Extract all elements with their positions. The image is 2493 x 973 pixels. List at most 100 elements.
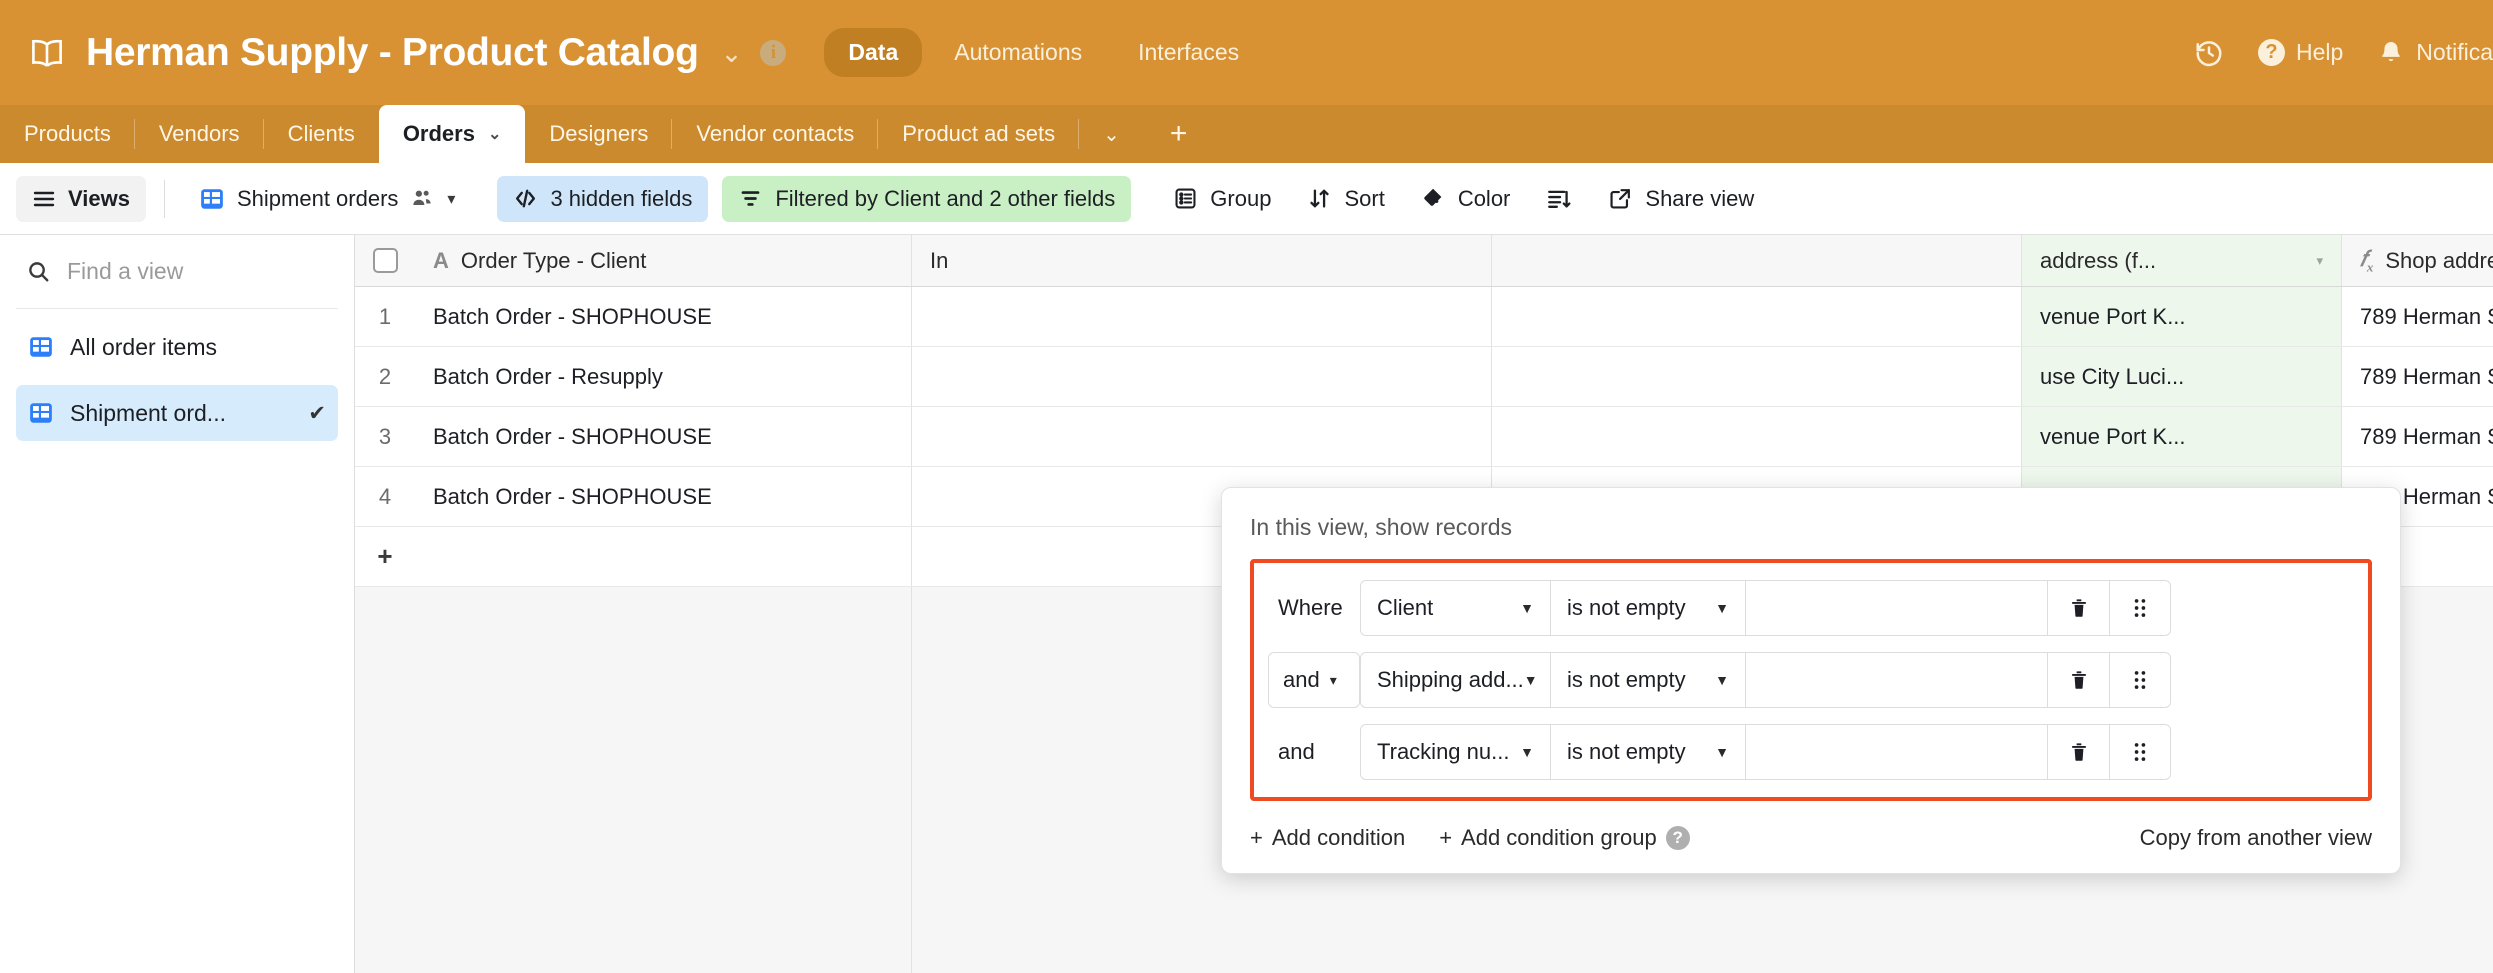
add-condition-group-button[interactable]: + Add condition group ?	[1439, 825, 1690, 851]
condition-operator-select[interactable]: is not empty ▼	[1550, 724, 1745, 780]
sidebar-item-all-order-items[interactable]: All order items	[16, 319, 338, 375]
tab-products[interactable]: Products	[0, 105, 135, 163]
tab-designers[interactable]: Designers	[525, 105, 672, 163]
tab-vendors[interactable]: Vendors	[135, 105, 264, 163]
sort-icon	[1307, 186, 1332, 211]
history-icon[interactable]	[2194, 38, 2224, 68]
chevron-down-icon[interactable]: ⌄	[721, 40, 743, 66]
nav-item-automations[interactable]: Automations	[930, 28, 1106, 77]
chevron-down-icon: ▼	[1520, 600, 1534, 616]
column-header-blank[interactable]	[1492, 235, 2022, 286]
tabs-overflow-chevron-down-icon[interactable]: ⌄	[1079, 105, 1144, 163]
table-row[interactable]: 2 Batch Order - Resupply use City Luci..…	[355, 347, 2493, 407]
cell-shipping-address[interactable]: venue Port K...	[2022, 407, 2342, 466]
help-icon[interactable]: ?	[1666, 826, 1690, 850]
cell-shipping-address[interactable]: venue Port K...	[2022, 287, 2342, 346]
cell-col3[interactable]	[1492, 407, 2022, 466]
view-toolbar: Views Shipment orders ▾	[0, 163, 2493, 235]
chevron-down-icon[interactable]: ▾	[2316, 253, 2323, 269]
cell-shop-address[interactable]: 789 Herman St. So	[2342, 407, 2493, 466]
notifications-label: Notifica	[2416, 39, 2493, 66]
row-height-button[interactable]	[1530, 176, 1588, 222]
chevron-down-icon[interactable]: ⌄	[488, 124, 501, 144]
select-all-checkbox[interactable]	[355, 235, 415, 286]
condition-drag-handle[interactable]	[2109, 724, 2171, 780]
condition-value-input[interactable]	[1745, 724, 2047, 780]
condition-field-select[interactable]: Client ▼	[1360, 580, 1550, 636]
trash-icon	[2068, 740, 2090, 764]
cell-col2[interactable]	[912, 287, 1492, 346]
color-button[interactable]: Color	[1405, 176, 1527, 222]
column-header-order-type-client[interactable]: A Order Type - Client	[415, 235, 912, 286]
condition-delete-button[interactable]	[2047, 724, 2109, 780]
copy-from-another-view-button[interactable]: Copy from another view	[2140, 825, 2372, 851]
tab-clients[interactable]: Clients	[264, 105, 379, 163]
column-header-shop-address[interactable]: 𝑓x Shop address	[2342, 235, 2493, 286]
tab-orders[interactable]: Orders ⌄	[379, 105, 526, 163]
grid-icon	[28, 334, 54, 360]
nav-item-interfaces[interactable]: Interfaces	[1114, 28, 1263, 77]
column-header-shipping-address[interactable]: address (f... ▾	[2022, 235, 2342, 286]
condition-delete-button[interactable]	[2047, 652, 2109, 708]
sidebar-item-shipment-orders[interactable]: Shipment ord... ✔	[16, 385, 338, 441]
condition-field-select[interactable]: Shipping add... ▼	[1360, 652, 1550, 708]
add-row-spacer-c1	[415, 527, 912, 586]
tab-product-ad-sets[interactable]: Product ad sets	[878, 105, 1079, 163]
sort-button[interactable]: Sort	[1291, 176, 1400, 222]
column-header-label: Shop address	[2385, 248, 2493, 274]
add-condition-button[interactable]: + Add condition	[1250, 825, 1405, 851]
cell-col2[interactable]	[912, 407, 1492, 466]
add-table-button[interactable]: +	[1144, 105, 1214, 163]
filter-button[interactable]: Filtered by Client and 2 other fields	[722, 176, 1131, 222]
view-name-button[interactable]: Shipment orders ▾	[183, 176, 471, 222]
add-record-button[interactable]: +	[355, 527, 415, 586]
chevron-down-icon[interactable]: ▾	[447, 189, 455, 209]
tab-vendor-contacts[interactable]: Vendor contacts	[672, 105, 878, 163]
views-button[interactable]: Views	[16, 176, 146, 222]
cell-col3[interactable]	[1492, 347, 2022, 406]
table-row[interactable]: 3 Batch Order - SHOPHOUSE venue Port K..…	[355, 407, 2493, 467]
condition-field-select[interactable]: Tracking nu... ▼	[1360, 724, 1550, 780]
filter-icon	[738, 186, 763, 211]
cell-shipping-address[interactable]: use City Luci...	[2022, 347, 2342, 406]
nav-item-data[interactable]: Data	[824, 28, 922, 77]
cell-col2[interactable]	[912, 347, 1492, 406]
condition-conjunction-select[interactable]: and ▾	[1268, 652, 1360, 708]
cell-order-type-client[interactable]: Batch Order - SHOPHOUSE	[415, 467, 912, 526]
cell-shop-address[interactable]: 789 Herman St. So	[2342, 347, 2493, 406]
hidden-fields-button[interactable]: 3 hidden fields	[497, 176, 708, 222]
condition-delete-button[interactable]	[2047, 580, 2109, 636]
condition-operator-label: is not empty	[1567, 667, 1686, 693]
cell-shop-address[interactable]: 789 Herman St. So	[2342, 287, 2493, 346]
condition-conjunction-and: and	[1268, 739, 1360, 765]
condition-value-input[interactable]	[1745, 580, 2047, 636]
plus-icon: +	[1250, 825, 1263, 851]
cell-order-type-client[interactable]: Batch Order - Resupply	[415, 347, 912, 406]
condition-operator-select[interactable]: is not empty ▼	[1550, 580, 1745, 636]
search-placeholder: Find a view	[67, 258, 183, 285]
cell-col3[interactable]	[1492, 287, 2022, 346]
share-view-button[interactable]: Share view	[1592, 176, 1770, 222]
column-header-partial-in[interactable]: In	[912, 235, 1492, 286]
notifications-button[interactable]: Notifica	[2377, 39, 2493, 67]
condition-drag-handle[interactable]	[2109, 652, 2171, 708]
conjunction-label: and	[1283, 667, 1320, 693]
condition-value-input[interactable]	[1745, 652, 2047, 708]
chevron-down-icon: ▼	[1715, 744, 1729, 760]
condition-drag-handle[interactable]	[2109, 580, 2171, 636]
views-sidebar: Find a view All order items	[0, 235, 355, 973]
filter-conditions-group: Where Client ▼ is not empty ▼	[1250, 559, 2372, 801]
info-icon[interactable]: i	[760, 40, 786, 66]
condition-operator-select[interactable]: is not empty ▼	[1550, 652, 1745, 708]
code-brackets-icon	[513, 186, 538, 211]
table-tabs: Products Vendors Clients Orders ⌄ Design…	[0, 105, 2493, 163]
trash-icon	[2068, 668, 2090, 692]
help-button[interactable]: ? Help	[2258, 39, 2343, 66]
tab-label: Orders	[403, 121, 475, 147]
group-button[interactable]: Group	[1157, 176, 1287, 222]
cell-order-type-client[interactable]: Batch Order - SHOPHOUSE	[415, 407, 912, 466]
table-row[interactable]: 1 Batch Order - SHOPHOUSE venue Port K..…	[355, 287, 2493, 347]
find-a-view-search[interactable]: Find a view	[16, 235, 338, 309]
trash-icon	[2068, 596, 2090, 620]
cell-order-type-client[interactable]: Batch Order - SHOPHOUSE	[415, 287, 912, 346]
